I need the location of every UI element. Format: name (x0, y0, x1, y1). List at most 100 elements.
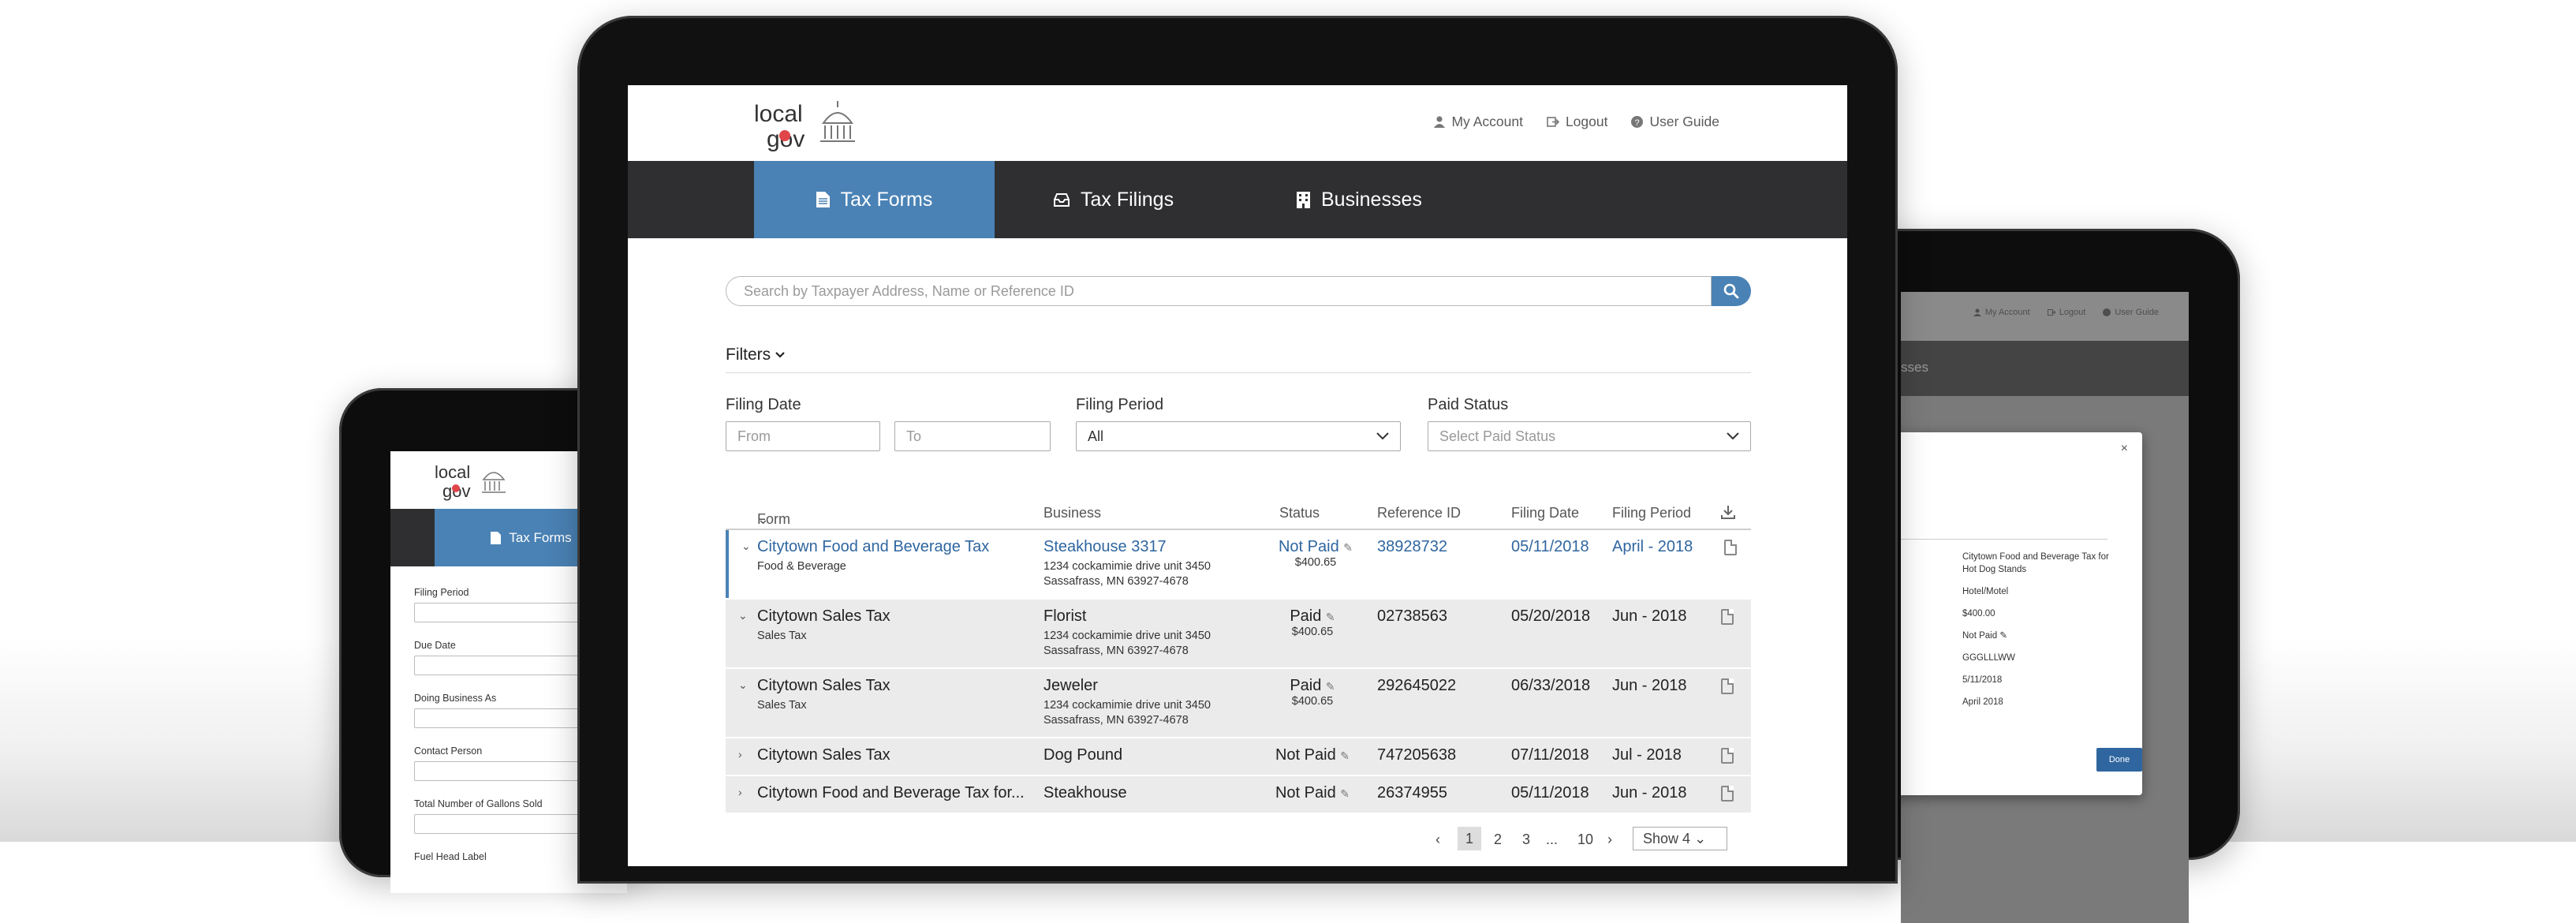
pdf-icon[interactable] (1721, 678, 1734, 694)
my-account-label: My Account (1451, 114, 1523, 129)
modal-value-ref: GGGLLLWW (1962, 653, 2015, 663)
row-status-text[interactable]: Not Paid ✎ (1273, 746, 1352, 764)
table-row[interactable]: › Citytown Sales Tax Dog Pound Not Paid … (726, 738, 1751, 775)
pdf-icon[interactable] (1721, 748, 1734, 764)
row-business-name[interactable]: Steakhouse (1043, 784, 1127, 802)
table-row[interactable]: ⌄ Citytown Sales Tax Sales Tax Florist 1… (726, 600, 1751, 667)
main-top-nav: My Account Logout ? User Guide (1434, 114, 1719, 130)
pencil-icon[interactable]: ✎ (1343, 541, 1353, 554)
pager-page-2[interactable]: 2 (1494, 831, 1502, 848)
logout-link[interactable]: Logout (1547, 114, 1607, 130)
row-business-name[interactable]: Dog Pound (1043, 746, 1122, 764)
tab-tax-forms[interactable]: Tax Forms (754, 161, 995, 238)
pdf-icon[interactable] (1721, 786, 1734, 802)
tab-tax-filings-label: Tax Filings (1081, 188, 1174, 211)
main-logo[interactable]: local gov (754, 96, 872, 159)
filing-date-to-input[interactable] (894, 421, 1051, 451)
pencil-icon[interactable]: ✎ (1326, 680, 1335, 693)
modal-value-amount: $400.00 (1962, 609, 1995, 618)
tab-tax-filings[interactable]: Tax Filings (1054, 161, 1174, 238)
right-header: My Account Logout User Guide (1901, 292, 2189, 341)
pencil-icon[interactable]: ✎ (1999, 631, 2007, 641)
chevron-down-icon[interactable]: ⌄ (738, 609, 748, 622)
chevron-right-icon[interactable]: › (738, 748, 742, 760)
pager-prev[interactable]: ‹ (1435, 831, 1440, 848)
tab-businesses-label: Businesses (1321, 188, 1422, 211)
modal-close-button[interactable]: × (2121, 442, 2128, 456)
chevron-down-icon[interactable]: ⌄ (741, 540, 751, 553)
right-my-account-link[interactable]: My Account (1973, 308, 2030, 317)
col-status[interactable]: Status (1279, 505, 1320, 521)
pager-next[interactable]: › (1607, 831, 1612, 848)
modal-value-status: Not Paid ✎ (1962, 630, 2120, 642)
row-ref: 38928732 (1377, 538, 1447, 555)
pencil-icon[interactable]: ✎ (1326, 611, 1335, 623)
col-filing-period[interactable]: Filing Period (1612, 505, 1691, 521)
modal-values: Citytown Food and Beverage Tax for Hot D… (1962, 551, 2120, 718)
row-business-name[interactable]: Florist (1043, 607, 1211, 626)
tab-businesses[interactable]: Businesses (1297, 161, 1422, 238)
row-form-sub: Sales Tax (757, 630, 807, 642)
pdf-icon[interactable] (1724, 540, 1737, 555)
pager-last[interactable]: 10 (1577, 831, 1593, 848)
table-row[interactable]: › Citytown Food and Beverage Tax for... … (726, 776, 1751, 813)
row-period: April - 2018 (1612, 538, 1693, 555)
chevron-down-icon (1727, 432, 1739, 440)
left-tab-label: Tax Forms (509, 529, 572, 545)
row-form: Citytown Sales Tax Sales Tax (757, 607, 890, 643)
row-form-sub: Sales Tax (757, 699, 807, 712)
row-business-addr1: 1234 cockamimie drive unit 3450 (1043, 699, 1211, 712)
download-icon[interactable] (1721, 505, 1735, 519)
pager-page-3[interactable]: 3 (1522, 831, 1530, 848)
chevron-right-icon[interactable]: › (738, 786, 742, 798)
table-row[interactable]: ⌄ Citytown Sales Tax Sales Tax Jeweler 1… (726, 669, 1751, 737)
user-guide-link[interactable]: ? User Guide (1631, 114, 1719, 130)
pager-page-1[interactable]: 1 (1458, 827, 1481, 850)
filing-date-from-input[interactable] (726, 421, 880, 451)
col-filing-date[interactable]: Filing Date (1511, 505, 1579, 521)
row-status-text[interactable]: Paid ✎ (1273, 677, 1352, 695)
left-logo[interactable]: local gov (435, 459, 521, 507)
document-icon (816, 192, 830, 207)
right-my-account-label: My Account (1984, 308, 2030, 317)
row-amount: $400.65 (1294, 556, 1337, 569)
row-ref: 747205638 (1377, 746, 1457, 764)
modal-value-form: Citytown Food and Beverage Tax for Hot D… (1962, 552, 2109, 574)
chevron-down-icon: ⌄ (1694, 831, 1707, 846)
row-status-text[interactable]: Paid ✎ (1273, 607, 1352, 626)
row-business-addr2: Sassafrass, MN 63927-4678 (1043, 645, 1189, 657)
building-icon (1297, 191, 1310, 208)
pdf-icon[interactable] (1721, 609, 1734, 625)
modal-done-button[interactable]: Done (2096, 748, 2142, 772)
main-logo-text-1: local (754, 101, 803, 127)
row-period: Jun - 2018 (1612, 607, 1687, 625)
modal-value-business: Hotel/Motel (1962, 587, 2009, 596)
filing-date-label: Filing Date (726, 396, 801, 413)
right-logout-link[interactable]: Logout (2047, 308, 2085, 317)
sort-icon: ⌄ (757, 511, 770, 527)
table-row[interactable]: ⌄ Citytown Food and Beverage Tax Food & … (726, 530, 1751, 598)
filing-period-select[interactable]: All (1076, 421, 1401, 451)
logout-icon (1547, 117, 1559, 127)
right-user-guide-link[interactable]: User Guide (2103, 308, 2159, 317)
pencil-icon[interactable]: ✎ (1340, 787, 1350, 800)
right-tab-businesses[interactable]: sses (1901, 360, 1928, 376)
logout-icon (2047, 309, 2055, 316)
show-count-select[interactable]: Show 4 ⌄ (1633, 827, 1727, 850)
row-business-name[interactable]: Jeweler (1043, 677, 1211, 695)
paid-status-select[interactable]: Select Paid Status (1428, 421, 1751, 451)
col-reference-id[interactable]: Reference ID (1377, 505, 1461, 521)
row-date: 07/11/2018 (1511, 746, 1589, 764)
help-icon: ? (1631, 116, 1644, 128)
my-account-link[interactable]: My Account (1434, 114, 1523, 130)
row-business-name[interactable]: Steakhouse 3317 (1043, 538, 1211, 556)
search-input[interactable] (726, 276, 1712, 306)
col-business[interactable]: Business (1043, 505, 1101, 521)
filters-row: Filters (726, 341, 1751, 373)
row-status-text[interactable]: Not Paid ✎ (1273, 784, 1352, 802)
pencil-icon[interactable]: ✎ (1340, 749, 1350, 762)
filters-toggle[interactable]: Filters (726, 346, 785, 364)
chevron-down-icon[interactable]: ⌄ (738, 678, 748, 692)
row-status-text[interactable]: Not Paid ✎ (1276, 538, 1355, 556)
search-button[interactable] (1712, 276, 1751, 306)
